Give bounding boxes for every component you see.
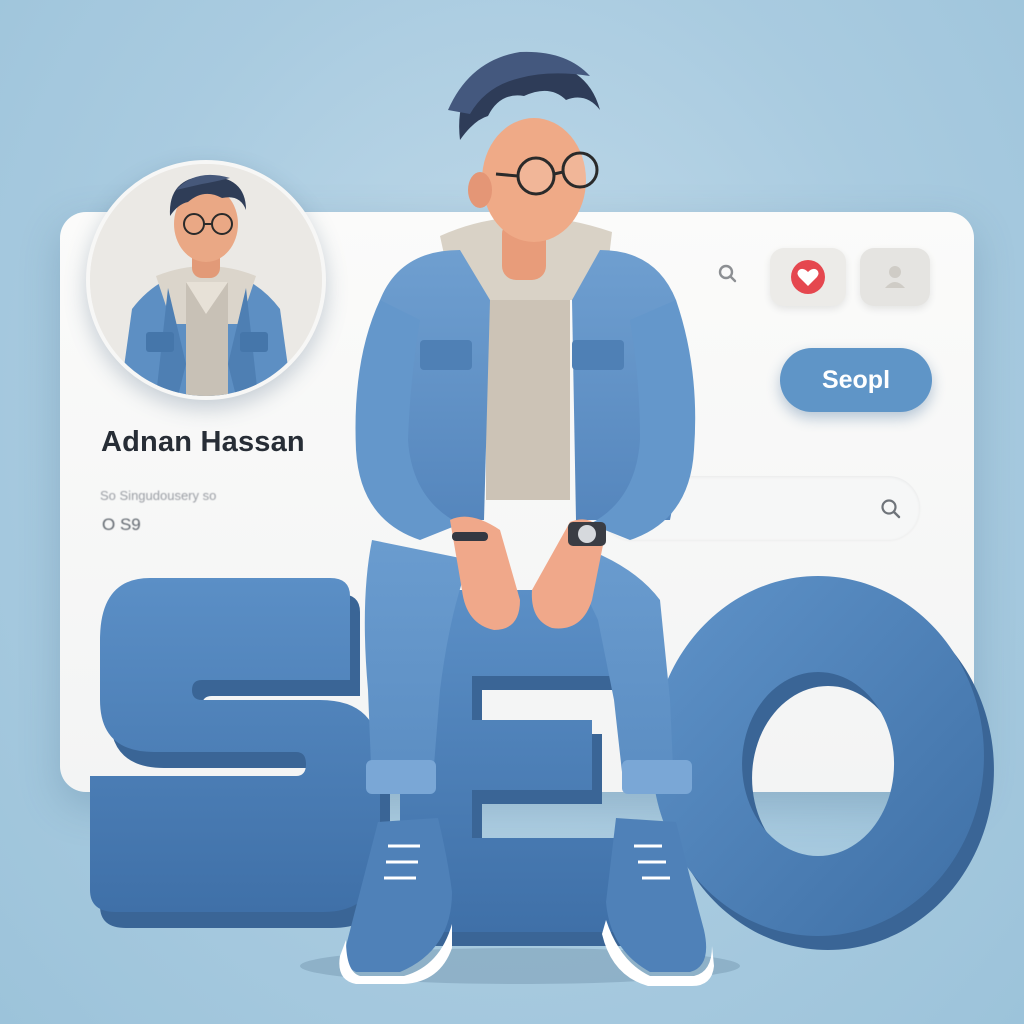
character	[300, 51, 740, 986]
scene: Adnan Hassan So Singudousery so O S9 Seo…	[0, 0, 1024, 1024]
